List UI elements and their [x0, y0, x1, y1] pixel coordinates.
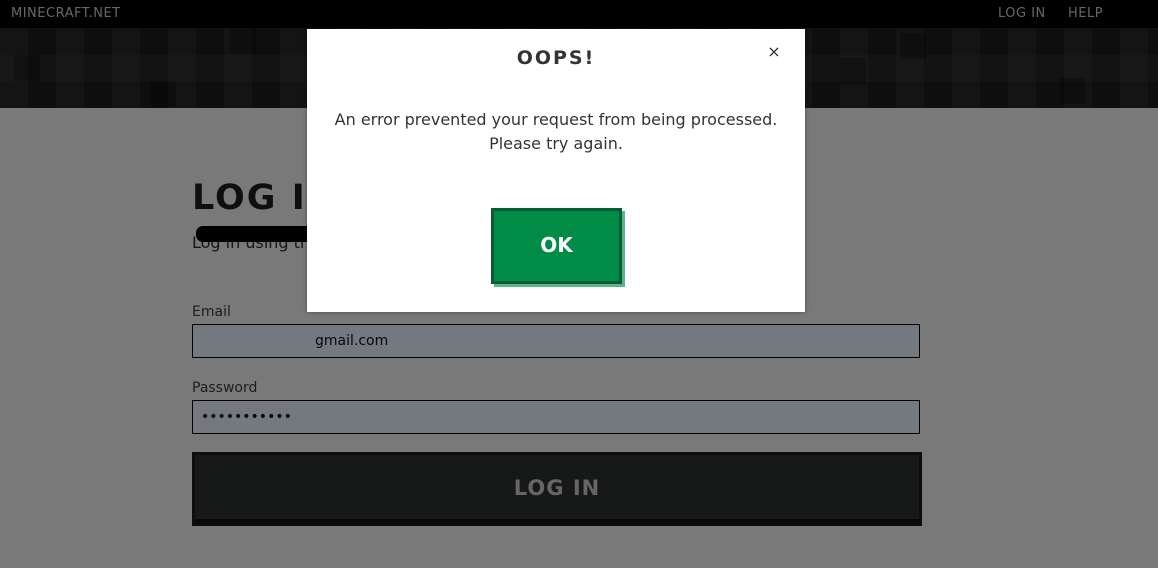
dialog-message-line: Please try again. — [489, 134, 623, 153]
dialog-message: An error prevented your request from bei… — [307, 108, 805, 156]
error-dialog: OOPS! × An error prevented your request … — [307, 29, 805, 312]
dialog-title: OOPS! — [516, 47, 596, 69]
ok-button[interactable]: OK — [491, 208, 622, 284]
close-icon[interactable]: × — [765, 43, 783, 61]
dialog-message-line: An error prevented your request from bei… — [334, 110, 778, 129]
